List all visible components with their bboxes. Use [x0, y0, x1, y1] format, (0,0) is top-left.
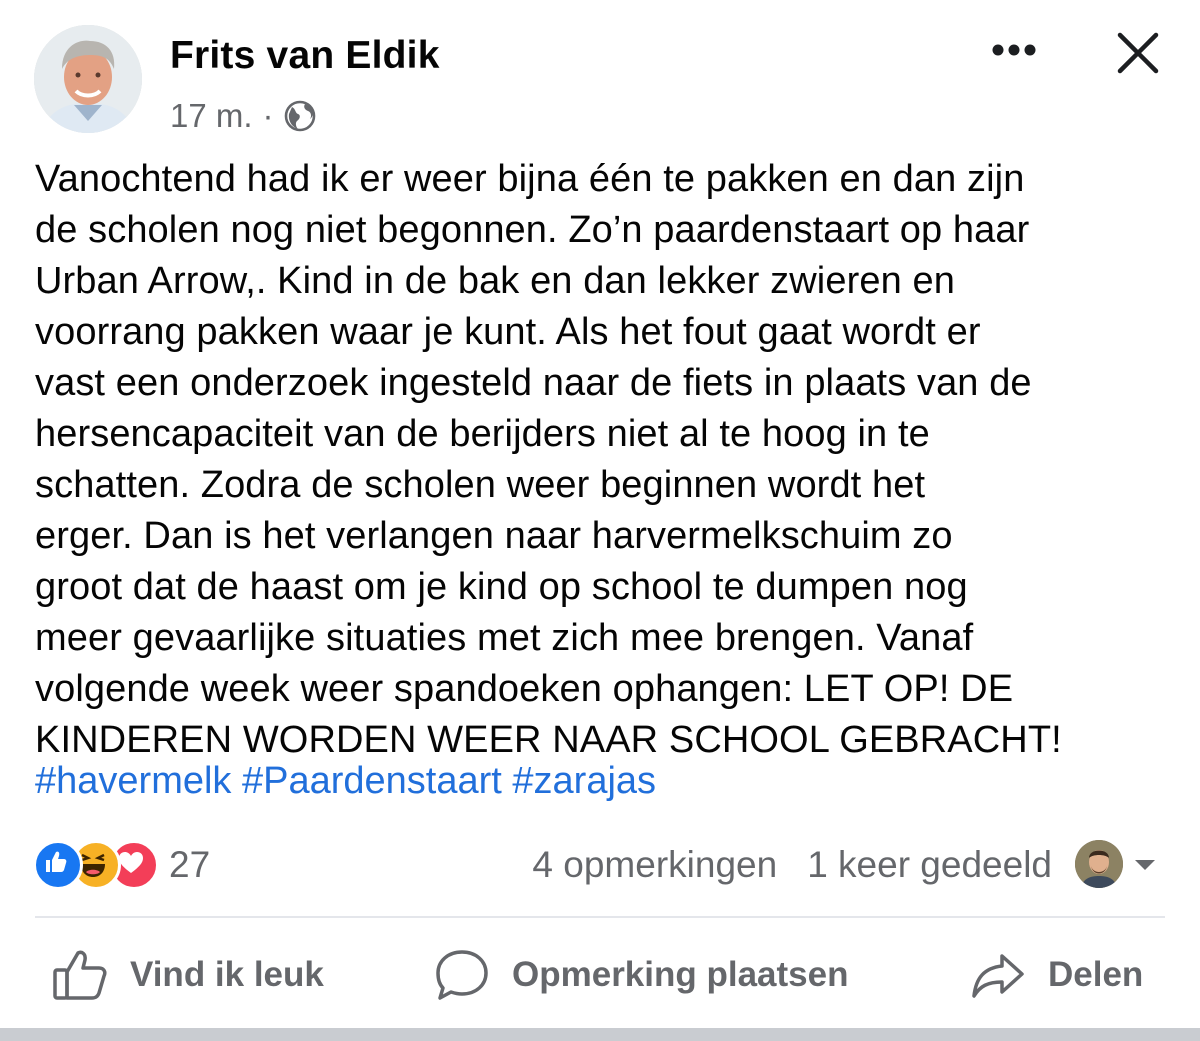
post-text-line: Vanochtend had ik er weer bijna één te p…	[35, 158, 1025, 200]
post-text-line: schatten. Zodra de scholen weer beginnen…	[35, 464, 926, 506]
hashtag-havermelk[interactable]: #havermelk	[35, 760, 231, 802]
share-arrow-icon	[972, 954, 1024, 998]
hashtag-paardenstaart[interactable]: #Paardenstaart	[242, 760, 502, 802]
comment-button-label: Opmerking plaatsen	[512, 955, 849, 994]
comment-count-link[interactable]: 4 opmerkingen	[532, 844, 777, 886]
post-text-line: Urban Arrow,. Kind in de bak en dan lekk…	[35, 260, 955, 302]
hashtag-zarajas[interactable]: #zarajas	[512, 760, 656, 802]
post-text-line: volgende week weer spandoeken ophangen: …	[35, 668, 1014, 710]
post-text-line: meer gevaarlijke situaties met zich mee …	[35, 617, 974, 659]
post-text-line: groot dat de haast om je kind op school …	[35, 566, 968, 608]
author-name[interactable]: Frits van Eldik	[170, 34, 440, 78]
bottom-separator-bar	[0, 1028, 1200, 1041]
reaction-summary[interactable]: 27	[33, 840, 210, 890]
viewer-avatar[interactable]	[1075, 840, 1123, 888]
like-button-label: Vind ik leuk	[130, 955, 324, 994]
meta-separator: ·	[262, 97, 274, 134]
caret-down-icon[interactable]	[1133, 858, 1157, 872]
thumbs-up-icon	[53, 950, 107, 1000]
hashtag-list: #havermelk #Paardenstaart #zarajas	[35, 756, 656, 807]
comment-button[interactable]: Opmerking plaatsen	[434, 945, 848, 1005]
more-icon[interactable]	[990, 36, 1038, 64]
reaction-count: 27	[169, 844, 211, 885]
post-meta: 17 m. ·	[170, 96, 317, 136]
share-count-link[interactable]: 1 keer gedeeld	[807, 844, 1052, 886]
post-body: Vanochtend had ik er weer bijna één te p…	[35, 154, 1175, 766]
author-avatar[interactable]	[34, 25, 142, 133]
facebook-post: Frits van Eldik 17 m. · Vanochtend had i…	[0, 0, 1200, 1041]
globe-icon	[283, 99, 317, 133]
post-text-line: erger. Dan is het verlangen naar harverm…	[35, 515, 953, 557]
post-text-line: voorrang pakken waar je kunt. Als het fo…	[35, 311, 981, 353]
comment-bubble-icon	[436, 950, 488, 1000]
post-text-line: vast een onderzoek ingesteld naar de fie…	[35, 362, 1032, 404]
close-icon[interactable]	[1113, 28, 1163, 78]
share-button-label: Delen	[1048, 955, 1144, 994]
post-timestamp[interactable]: 17 m.	[170, 97, 253, 135]
like-button[interactable]: Vind ik leuk	[52, 945, 324, 1005]
post-stats: 4 opmerkingen 1 keer gedeeld	[502, 844, 1052, 886]
post-text-line: hersencapaciteit van de berijders niet a…	[35, 413, 930, 455]
like-reaction-icon	[33, 840, 83, 890]
divider	[35, 916, 1165, 918]
share-button[interactable]: Delen	[970, 945, 1143, 1005]
post-text-line: de scholen nog niet begonnen. Zo’n paard…	[35, 209, 1030, 251]
